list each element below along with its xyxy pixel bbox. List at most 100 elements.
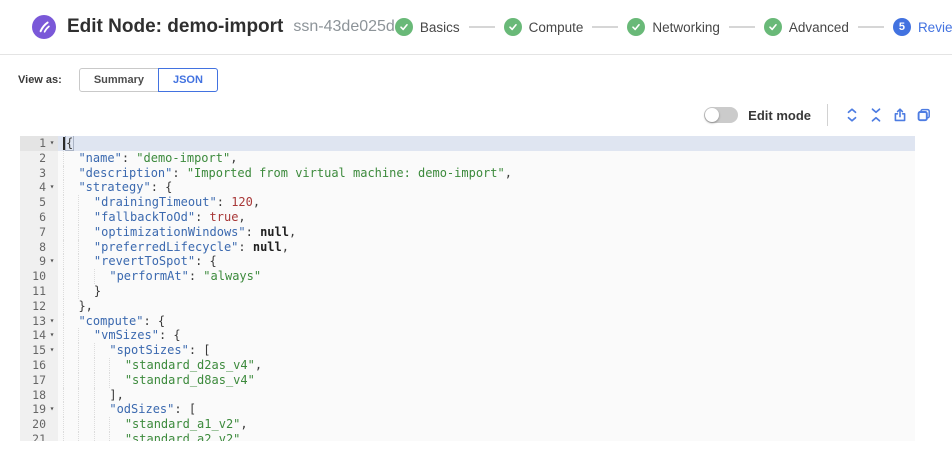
fold-arrow-icon[interactable]: ▾ xyxy=(46,136,58,151)
fold-arrow-icon[interactable]: ▾ xyxy=(46,314,58,329)
code-line[interactable]: 5 "drainingTimeout": 120, xyxy=(20,195,915,210)
gutter-cell: 14▾ xyxy=(20,328,58,343)
code-text[interactable]: "description": "Imported from virtual ma… xyxy=(58,166,915,181)
fold-arrow-icon[interactable]: ▾ xyxy=(46,328,58,343)
gutter-cell: 15▾ xyxy=(20,343,58,358)
code-text[interactable]: "standard_a1_v2", xyxy=(58,417,915,432)
gutter-cell: 17 xyxy=(20,373,58,388)
fold-arrow-icon[interactable]: ▾ xyxy=(46,402,58,417)
code-line[interactable]: 12 }, xyxy=(20,299,915,314)
code-text[interactable]: { xyxy=(58,136,915,151)
code-editor[interactable]: 1▾{2 "name": "demo-import",3 "descriptio… xyxy=(20,136,915,441)
gutter-cell: 11 xyxy=(20,284,58,299)
code-line[interactable]: 10 "performAt": "always" xyxy=(20,269,915,284)
code-text[interactable]: "spotSizes": [ xyxy=(58,343,915,358)
code-text[interactable]: } xyxy=(58,284,915,299)
code-line[interactable]: 21 "standard_a2_v2" xyxy=(20,432,915,441)
code-line[interactable]: 16 "standard_d2as_v4", xyxy=(20,358,915,373)
code-line[interactable]: 11 } xyxy=(20,284,915,299)
code-text[interactable]: ], xyxy=(58,388,915,403)
export-icon[interactable] xyxy=(888,103,912,127)
copy-icon[interactable] xyxy=(912,103,936,127)
fold-arrow-icon[interactable]: ▾ xyxy=(46,343,58,358)
check-icon xyxy=(764,18,782,36)
code-text[interactable]: "vmSizes": { xyxy=(58,328,915,343)
code-text[interactable]: "standard_a2_v2" xyxy=(58,432,915,441)
line-number: 2 xyxy=(39,151,46,166)
gutter-cell: 16 xyxy=(20,358,58,373)
gutter-cell: 12 xyxy=(20,299,58,314)
gutter-cell: 3 xyxy=(20,166,58,181)
step-networking[interactable]: Networking xyxy=(627,18,720,36)
line-number: 21 xyxy=(32,432,46,441)
line-number: 13 xyxy=(32,314,46,329)
step-review[interactable]: 5 Review xyxy=(893,18,952,36)
code-line[interactable]: 19▾ "odSizes": [ xyxy=(20,402,915,417)
code-line[interactable]: 14▾ "vmSizes": { xyxy=(20,328,915,343)
edit-mode-toggle[interactable] xyxy=(704,107,738,123)
gutter-cell: 20 xyxy=(20,417,58,432)
step-basics[interactable]: Basics xyxy=(395,18,460,36)
unfold-more-icon[interactable] xyxy=(840,103,864,127)
code-line[interactable]: 8 "preferredLifecycle": null, xyxy=(20,240,915,255)
step-connector xyxy=(592,26,618,28)
editor-toolbar: Edit mode xyxy=(0,102,952,128)
json-view-button[interactable]: JSON xyxy=(158,68,218,92)
code-text[interactable]: "preferredLifecycle": null, xyxy=(58,240,915,255)
check-icon xyxy=(627,18,645,36)
line-number: 20 xyxy=(32,417,46,432)
code-text[interactable]: "compute": { xyxy=(58,314,915,329)
gutter-cell: 1▾ xyxy=(20,136,58,151)
code-line[interactable]: 7 "optimizationWindows": null, xyxy=(20,225,915,240)
code-line[interactable]: 6 "fallbackToOd": true, xyxy=(20,210,915,225)
code-text[interactable]: "performAt": "always" xyxy=(58,269,915,284)
gutter-cell: 9▾ xyxy=(20,254,58,269)
step-label: Advanced xyxy=(789,20,849,35)
unfold-less-icon[interactable] xyxy=(864,103,888,127)
code-line[interactable]: 18 ], xyxy=(20,388,915,403)
code-line[interactable]: 15▾ "spotSizes": [ xyxy=(20,343,915,358)
code-line[interactable]: 9▾ "revertToSpot": { xyxy=(20,254,915,269)
view-as-toggle-group: Summary JSON xyxy=(79,68,218,92)
code-line[interactable]: 13▾ "compute": { xyxy=(20,314,915,329)
code-text[interactable]: "name": "demo-import", xyxy=(58,151,915,166)
code-text[interactable]: "revertToSpot": { xyxy=(58,254,915,269)
line-number: 3 xyxy=(39,166,46,181)
line-number: 11 xyxy=(32,284,46,299)
fold-arrow-icon[interactable]: ▾ xyxy=(46,180,58,195)
code-text[interactable]: }, xyxy=(58,299,915,314)
code-line[interactable]: 1▾{ xyxy=(20,136,915,151)
gutter-cell: 18 xyxy=(20,388,58,403)
page-title: Edit Node: demo-import xyxy=(67,16,283,38)
step-connector xyxy=(469,26,495,28)
code-text[interactable]: "optimizationWindows": null, xyxy=(58,225,915,240)
line-number: 7 xyxy=(39,225,46,240)
code-text[interactable]: "standard_d8as_v4" xyxy=(58,373,915,388)
code-line[interactable]: 20 "standard_a1_v2", xyxy=(20,417,915,432)
view-as-row: View as: Summary JSON xyxy=(18,68,952,92)
step-connector xyxy=(858,26,884,28)
wizard-stepper: Basics Compute Networking Advanced 5 Rev… xyxy=(395,18,952,36)
toolbar-divider xyxy=(827,104,828,126)
summary-view-button[interactable]: Summary xyxy=(79,68,159,92)
line-number: 8 xyxy=(39,240,46,255)
code-text[interactable]: "strategy": { xyxy=(58,180,915,195)
gutter-cell: 19▾ xyxy=(20,402,58,417)
code-text[interactable]: "odSizes": [ xyxy=(58,402,915,417)
line-number: 6 xyxy=(39,210,46,225)
code-text[interactable]: "standard_d2as_v4", xyxy=(58,358,915,373)
step-compute[interactable]: Compute xyxy=(504,18,584,36)
fold-arrow-icon[interactable]: ▾ xyxy=(46,254,58,269)
line-number: 1 xyxy=(39,136,46,151)
code-text[interactable]: "fallbackToOd": true, xyxy=(58,210,915,225)
code-text[interactable]: "drainingTimeout": 120, xyxy=(58,195,915,210)
code-line[interactable]: 4▾ "strategy": { xyxy=(20,180,915,195)
code-lines: 1▾{2 "name": "demo-import",3 "descriptio… xyxy=(20,136,915,441)
spot-logo-icon xyxy=(32,15,56,39)
check-icon xyxy=(395,18,413,36)
code-line[interactable]: 2 "name": "demo-import", xyxy=(20,151,915,166)
code-line[interactable]: 17 "standard_d8as_v4" xyxy=(20,373,915,388)
code-line[interactable]: 3 "description": "Imported from virtual … xyxy=(20,166,915,181)
line-number: 17 xyxy=(32,373,46,388)
step-advanced[interactable]: Advanced xyxy=(764,18,849,36)
